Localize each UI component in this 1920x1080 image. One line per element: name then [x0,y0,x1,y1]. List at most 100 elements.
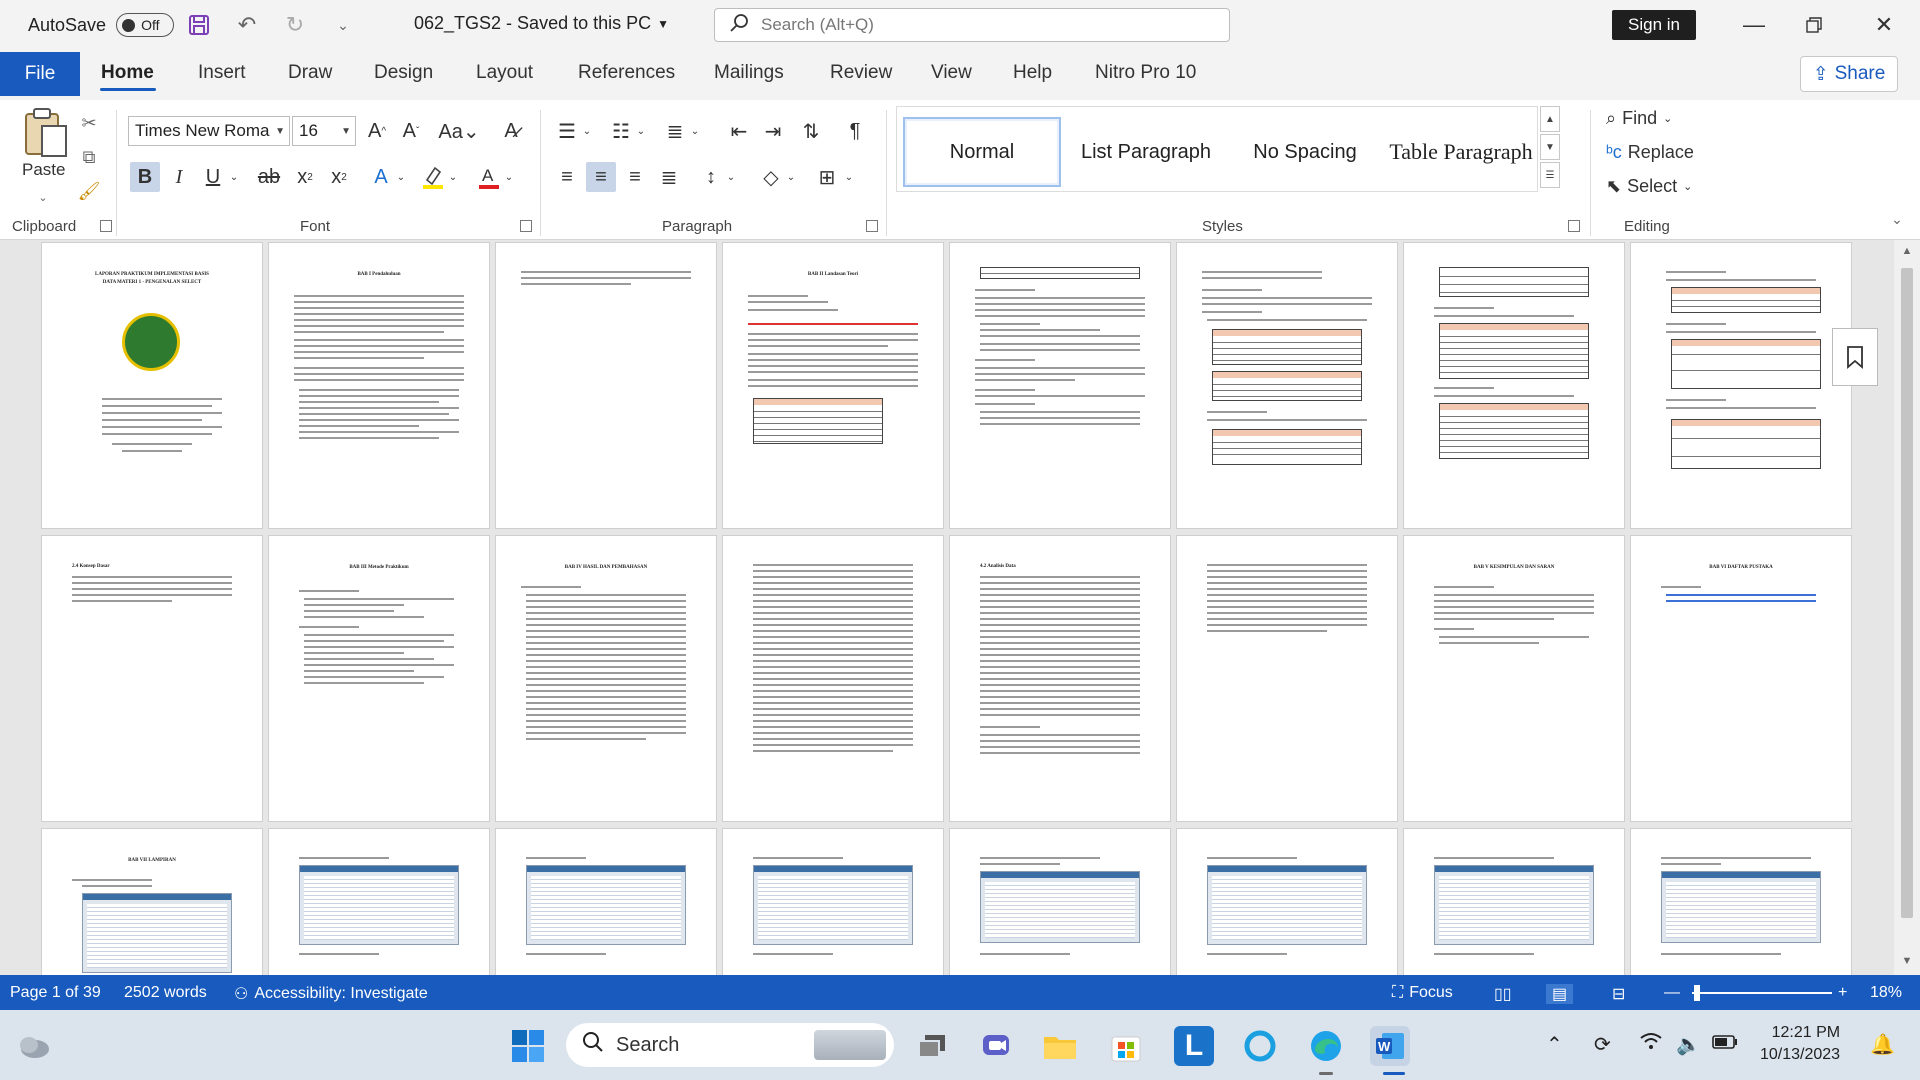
style-normal[interactable]: Normal [903,117,1061,187]
page-thumbnail[interactable]: BAB I Pendahuluan [269,243,489,528]
zoom-thumb[interactable] [1694,985,1701,1001]
increase-indent-icon[interactable]: ⇥ [758,116,788,146]
file-explorer-icon[interactable] [1040,1026,1080,1066]
notification-bell-icon[interactable]: 🔔 [1870,1032,1895,1057]
clear-formatting-icon[interactable]: A̷ [496,116,526,146]
bullets-dropdown-icon[interactable]: ⌄ [580,116,594,146]
page-thumbnail[interactable]: BAB VII LAMPIRAN [42,829,262,975]
page-thumbnail[interactable]: BAB V KESIMPULAN DAN SARAN [1404,536,1624,821]
scroll-up-icon[interactable]: ▲ [1898,242,1916,260]
customize-qat-icon[interactable]: ⌄ [330,12,356,38]
focus-button[interactable]: ⛶ Focus [1392,984,1453,1002]
print-layout-icon[interactable]: ▤ [1546,984,1574,1004]
numbering-icon[interactable]: ☷ [606,116,636,146]
tab-layout[interactable]: Layout [476,62,533,84]
format-painter-icon[interactable]: 🖌 [76,178,102,204]
page-thumbnail[interactable] [1177,829,1397,975]
styles-more-icon[interactable]: ☰ [1540,162,1560,188]
page-thumbnail[interactable]: BAB IV HASIL DAN PEMBAHASAN [496,536,716,821]
change-case-icon[interactable]: Aa⌄ [438,116,480,146]
tab-references[interactable]: References [578,62,675,84]
page-count[interactable]: Page 1 of 39 [10,984,101,1002]
page-thumbnail[interactable] [950,829,1170,975]
decrease-indent-icon[interactable]: ⇤ [724,116,754,146]
minimize-icon[interactable]: — [1734,8,1774,42]
numbering-dropdown-icon[interactable]: ⌄ [634,116,648,146]
paste-button[interactable] [22,106,70,162]
word-app-icon[interactable]: W [1370,1026,1410,1066]
style-table-paragraph[interactable]: Table Paragraph [1383,117,1539,187]
show-hidden-icons-icon[interactable]: ⌃ [1546,1032,1563,1057]
scroll-down-icon[interactable]: ▼ [1898,952,1916,970]
tab-home[interactable]: Home [101,62,154,84]
page-thumbnail[interactable] [1404,829,1624,975]
collapse-ribbon-icon[interactable]: ⌄ [1884,206,1910,232]
tab-view[interactable]: View [931,62,972,84]
page-thumbnail[interactable] [1404,243,1624,528]
page-thumbnail[interactable] [269,829,489,975]
show-formatting-icon[interactable]: ¶ [840,116,870,146]
zoom-level[interactable]: 18% [1870,984,1902,1002]
paragraph-launcher-icon[interactable] [866,220,878,232]
page-thumbnail[interactable] [1631,243,1851,528]
borders-dropdown-icon[interactable]: ⌄ [842,162,856,192]
text-effects-icon[interactable]: A [366,162,396,192]
zoom-slider[interactable] [1692,992,1832,994]
multilevel-dropdown-icon[interactable]: ⌄ [688,116,702,146]
cut-icon[interactable]: ✂ [76,110,102,136]
document-area[interactable]: LAPORAN PRAKTIKUM IMPLEMENTASI BASIS DAT… [0,240,1920,975]
task-view-icon[interactable] [912,1026,952,1066]
vertical-scrollbar[interactable]: ▲ ▼ [1894,240,1920,975]
font-color-icon[interactable]: A [474,162,504,192]
multilevel-list-icon[interactable]: ≣ [660,116,690,146]
sort-icon[interactable]: ⇅ [796,116,826,146]
styles-launcher-icon[interactable] [1568,220,1580,232]
strikethrough-icon[interactable]: ab [254,162,284,192]
page-thumbnail[interactable]: BAB II Landasan Teori [723,243,943,528]
clipboard-launcher-icon[interactable] [100,220,112,232]
tab-review[interactable]: Review [830,62,892,84]
accessibility-status[interactable]: ⚇ Accessibility: Investigate [234,984,428,1004]
windows-start-icon[interactable] [508,1026,548,1066]
replace-button[interactable]: ᵇc Replace [1606,142,1694,163]
tab-mailings[interactable]: Mailings [714,62,784,84]
shrink-font-icon[interactable]: Aˇ [396,116,426,146]
scroll-thumb[interactable] [1901,268,1913,918]
style-list-paragraph[interactable]: List Paragraph [1067,117,1225,187]
page-thumbnail[interactable] [723,829,943,975]
styles-scroll-down-icon[interactable]: ▼ [1540,134,1560,160]
page-thumbnail[interactable]: BAB III Metode Praktikum [269,536,489,821]
page-thumbnail[interactable] [950,243,1170,528]
line-spacing-icon[interactable]: ↕ [696,162,726,192]
page-thumbnail[interactable]: 4.2 Analisis Data [950,536,1170,821]
style-no-spacing[interactable]: No Spacing [1231,117,1379,187]
tab-design[interactable]: Design [374,62,433,84]
page-thumbnail[interactable] [1631,829,1851,975]
web-layout-icon[interactable]: ⊟ [1612,984,1625,1004]
subscript-icon[interactable]: x2 [290,162,320,192]
teams-chat-icon[interactable] [976,1026,1016,1066]
font-color-dropdown-icon[interactable]: ⌄ [502,162,516,192]
page-thumbnail[interactable] [723,536,943,821]
grow-font-icon[interactable]: A ^ [362,116,392,146]
system-clock[interactable]: 12:21 PM 10/13/2023 [1760,1022,1840,1066]
justify-icon[interactable]: ≣ [654,162,684,192]
tab-help[interactable]: Help [1013,62,1052,84]
page-thumbnail[interactable] [496,829,716,975]
italic-icon[interactable]: I [164,162,194,192]
share-button[interactable]: ⇪ Share [1800,56,1898,92]
highlight-dropdown-icon[interactable]: ⌄ [446,162,460,192]
page-thumbnail[interactable] [1177,243,1397,528]
font-size-select[interactable]: 16 ▼ [292,116,356,146]
bullets-icon[interactable]: ☰ [552,116,582,146]
l-app-icon[interactable]: L [1174,1026,1214,1066]
zoom-out-icon[interactable]: — [1664,984,1680,1002]
align-left-icon[interactable]: ≡ [552,162,582,192]
styles-scroll-up-icon[interactable]: ▲ [1540,106,1560,132]
page-thumbnail[interactable]: LAPORAN PRAKTIKUM IMPLEMENTASI BASIS DAT… [42,243,262,528]
save-icon[interactable] [186,12,212,38]
page-thumbnail[interactable]: 2.4 Konsep Dasar [42,536,262,821]
zoom-in-icon[interactable]: + [1838,984,1847,1002]
sync-icon[interactable]: ⟳ [1594,1032,1611,1057]
line-spacing-dropdown-icon[interactable]: ⌄ [724,162,738,192]
